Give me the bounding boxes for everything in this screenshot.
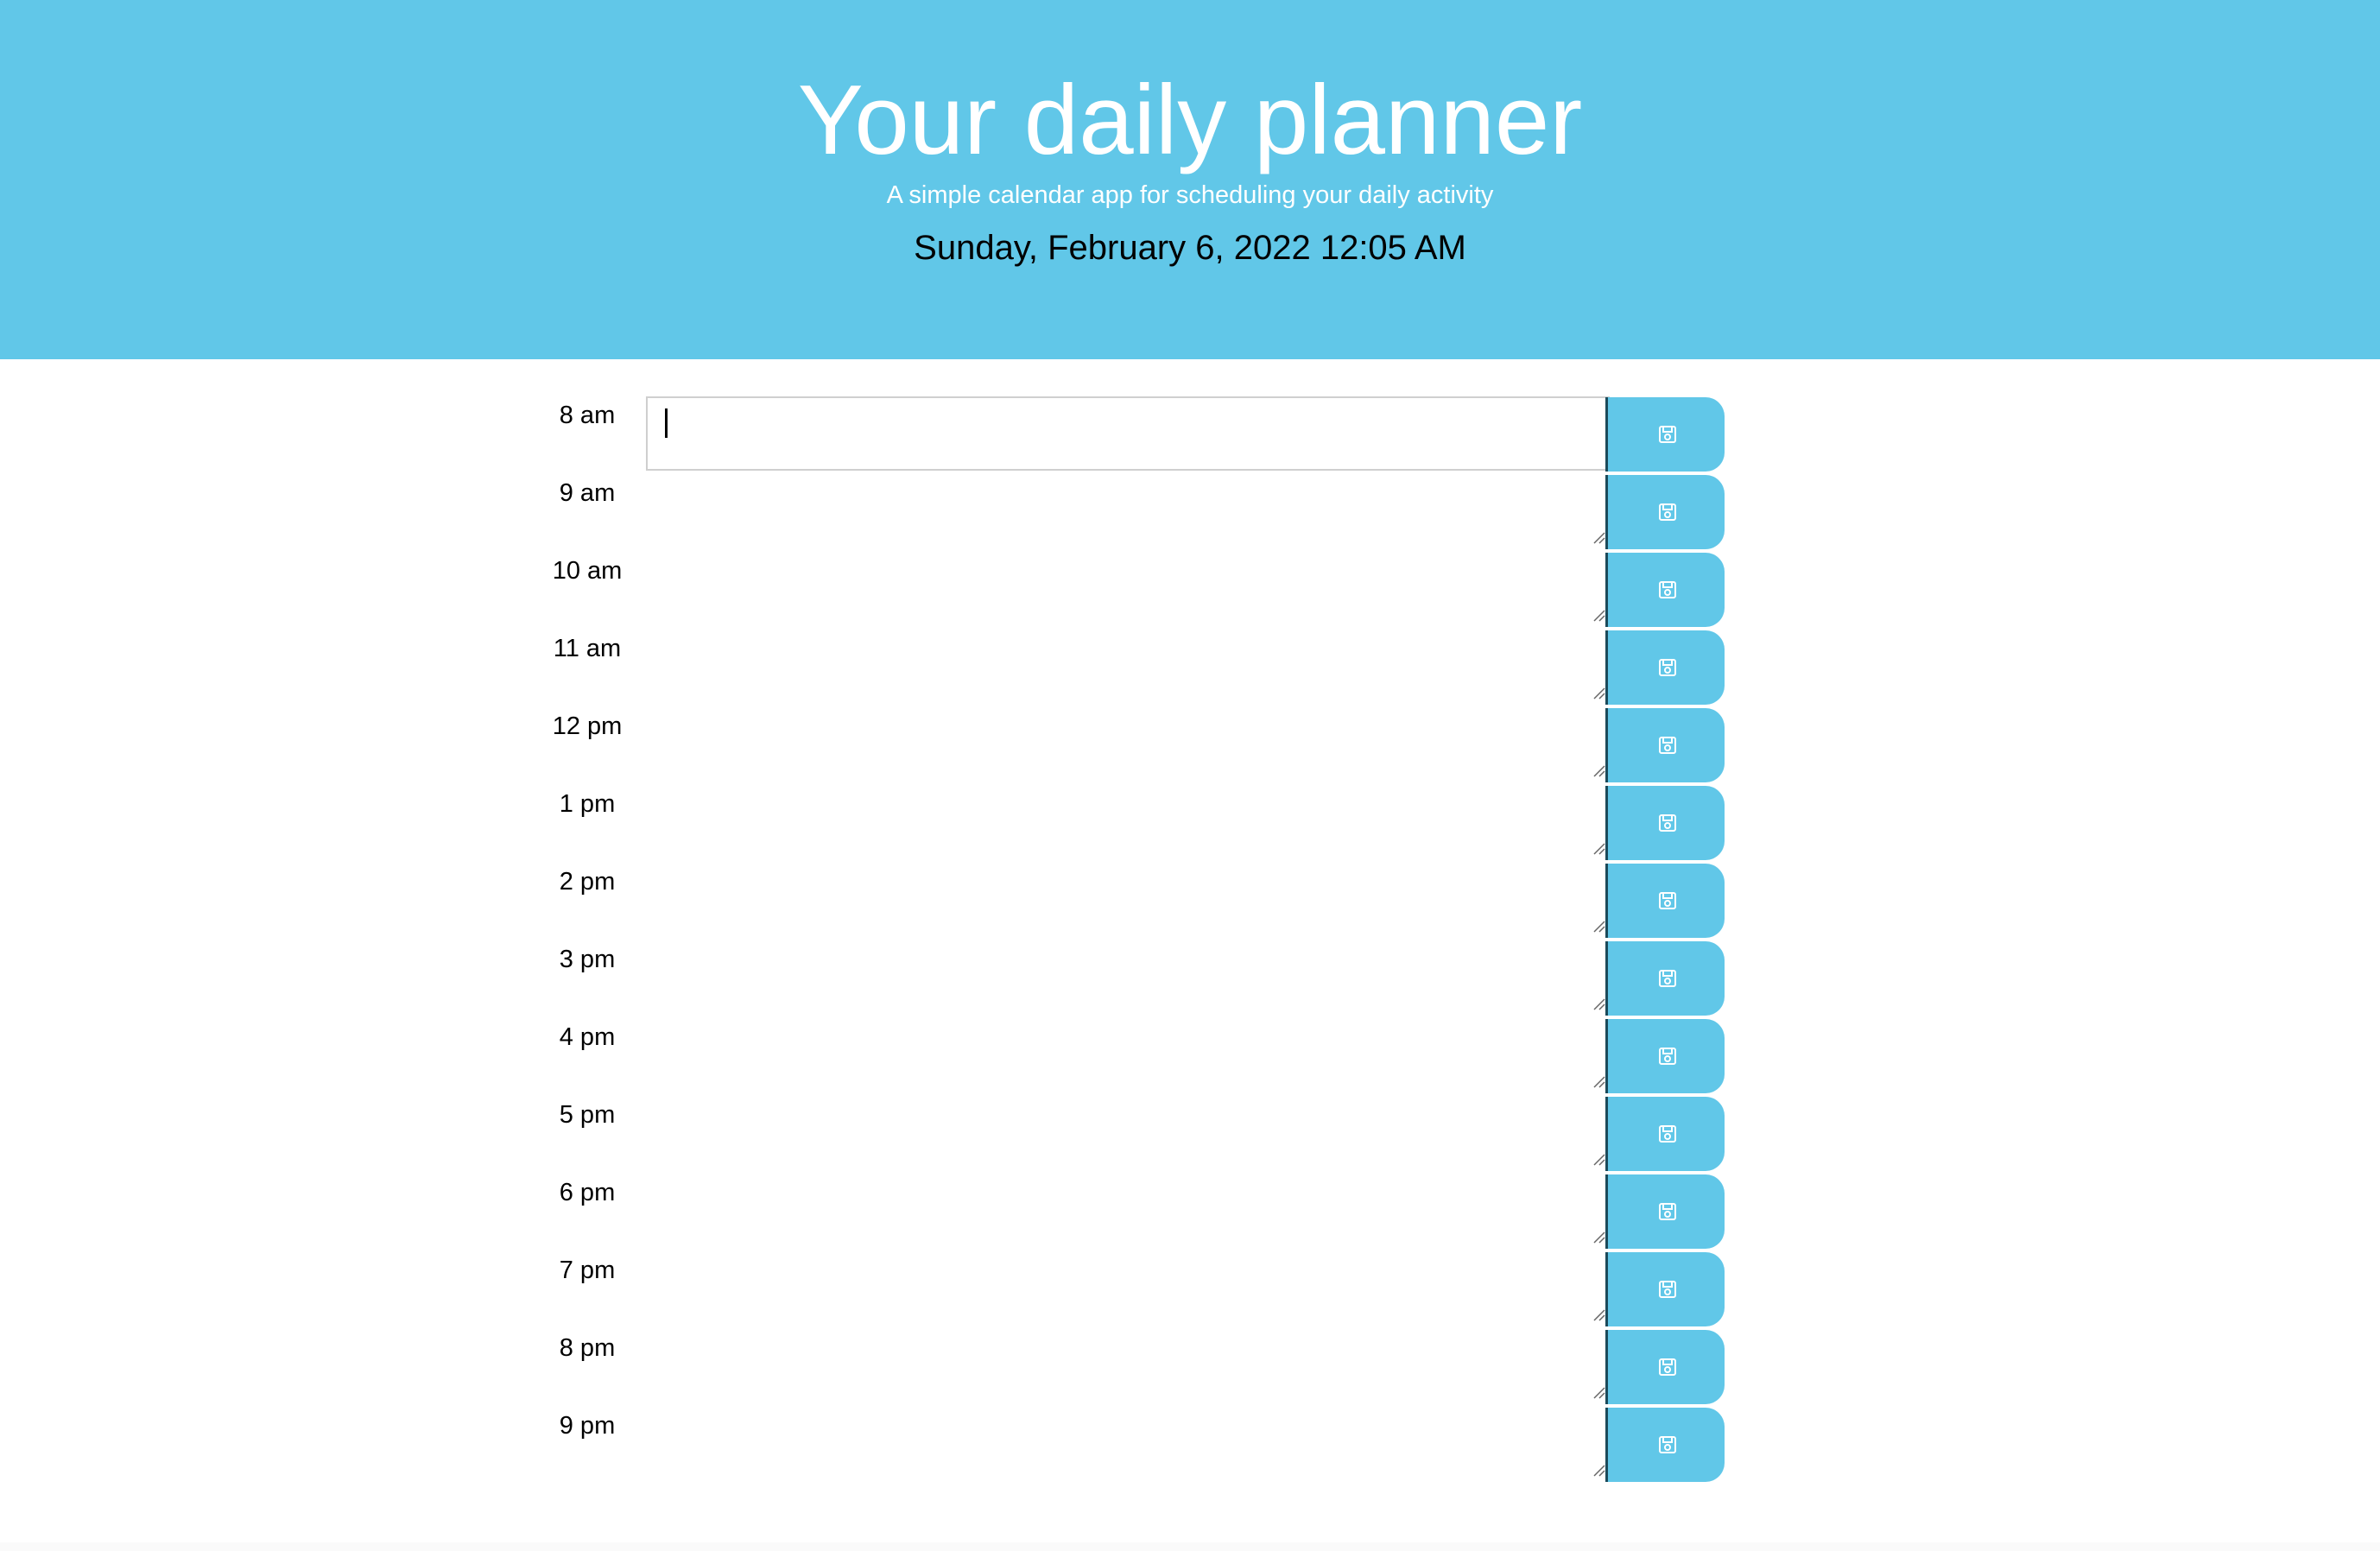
task-textarea[interactable] bbox=[646, 1407, 1610, 1481]
time-block-row: 9 am bbox=[544, 472, 1727, 549]
resize-grip-icon[interactable] bbox=[1592, 1152, 1605, 1166]
task-textarea[interactable] bbox=[646, 396, 1610, 471]
resize-grip-icon[interactable] bbox=[1592, 1230, 1605, 1244]
text-cursor bbox=[665, 408, 668, 438]
hour-label: 12 pm bbox=[552, 712, 623, 740]
save-button[interactable] bbox=[1605, 475, 1725, 549]
resize-grip-icon[interactable] bbox=[1592, 1074, 1605, 1088]
resize-grip-icon[interactable] bbox=[1592, 1463, 1605, 1477]
save-button[interactable] bbox=[1605, 1252, 1725, 1326]
save-button[interactable] bbox=[1605, 1097, 1725, 1171]
hour-label: 11 am bbox=[553, 635, 622, 662]
resize-grip-icon[interactable] bbox=[1592, 1307, 1605, 1321]
hour-label: 1 pm bbox=[559, 790, 616, 818]
floppy-disk-icon bbox=[1659, 1125, 1676, 1143]
time-block-row: 1 pm bbox=[544, 782, 1727, 860]
save-button[interactable] bbox=[1605, 1174, 1725, 1249]
time-block-row: 8 am bbox=[544, 394, 1727, 472]
save-button[interactable] bbox=[1605, 708, 1725, 782]
floppy-disk-icon bbox=[1659, 1048, 1676, 1065]
hour-label: 9 am bbox=[559, 479, 616, 507]
time-block-row: 4 pm bbox=[544, 1016, 1727, 1093]
hour-label: 6 pm bbox=[559, 1179, 616, 1206]
task-textarea[interactable] bbox=[646, 940, 1610, 1015]
floppy-disk-icon bbox=[1659, 737, 1676, 754]
task-textarea[interactable] bbox=[646, 552, 1610, 626]
resize-grip-icon[interactable] bbox=[1592, 841, 1605, 855]
resize-grip-icon[interactable] bbox=[1592, 608, 1605, 622]
save-button[interactable] bbox=[1605, 1330, 1725, 1404]
time-block-row: 6 pm bbox=[544, 1171, 1727, 1249]
page-footer bbox=[0, 1542, 2380, 1551]
save-button[interactable] bbox=[1605, 941, 1725, 1016]
task-textarea[interactable] bbox=[646, 1329, 1610, 1403]
resize-grip-icon[interactable] bbox=[1592, 1385, 1605, 1399]
floppy-disk-icon bbox=[1659, 1281, 1676, 1298]
hour-label: 8 am bbox=[559, 402, 616, 429]
floppy-disk-icon bbox=[1659, 426, 1676, 443]
floppy-disk-icon bbox=[1659, 1203, 1676, 1220]
save-button[interactable] bbox=[1605, 397, 1725, 472]
time-block-row: 8 pm bbox=[544, 1326, 1727, 1404]
save-button[interactable] bbox=[1605, 786, 1725, 860]
time-block-row: 7 pm bbox=[544, 1249, 1727, 1326]
resize-grip-icon[interactable] bbox=[1592, 763, 1605, 777]
resize-grip-icon[interactable] bbox=[1592, 530, 1605, 544]
time-block-row: 10 am bbox=[544, 549, 1727, 627]
hour-label: 10 am bbox=[552, 557, 623, 585]
resize-grip-icon[interactable] bbox=[1592, 997, 1605, 1010]
floppy-disk-icon bbox=[1659, 1436, 1676, 1453]
task-textarea[interactable] bbox=[646, 1096, 1610, 1170]
save-button[interactable] bbox=[1605, 864, 1725, 938]
floppy-disk-icon bbox=[1659, 814, 1676, 832]
floppy-disk-icon bbox=[1659, 503, 1676, 521]
floppy-disk-icon bbox=[1659, 892, 1676, 909]
hour-label: 7 pm bbox=[559, 1257, 616, 1284]
time-block-row: 3 pm bbox=[544, 938, 1727, 1016]
resize-grip-icon[interactable] bbox=[1592, 919, 1605, 933]
floppy-disk-icon bbox=[1659, 1358, 1676, 1376]
hour-label: 4 pm bbox=[559, 1023, 616, 1051]
save-button[interactable] bbox=[1605, 553, 1725, 627]
task-textarea[interactable] bbox=[646, 785, 1610, 859]
time-block-row: 11 am bbox=[544, 627, 1727, 705]
time-block-row: 12 pm bbox=[544, 705, 1727, 782]
hour-label: 8 pm bbox=[559, 1334, 616, 1362]
floppy-disk-icon bbox=[1659, 581, 1676, 598]
task-textarea[interactable] bbox=[646, 1251, 1610, 1326]
task-textarea[interactable] bbox=[646, 474, 1610, 548]
task-textarea[interactable] bbox=[646, 1018, 1610, 1092]
task-textarea[interactable] bbox=[646, 707, 1610, 782]
save-button[interactable] bbox=[1605, 1019, 1725, 1093]
hour-label: 9 pm bbox=[559, 1412, 616, 1440]
planner-container: 8 am 9 am 10 am 11 am 12 pm 1 pm 2 pm 3 … bbox=[0, 0, 2380, 1551]
save-button[interactable] bbox=[1605, 630, 1725, 705]
task-textarea[interactable] bbox=[646, 863, 1610, 937]
task-textarea[interactable] bbox=[646, 1174, 1610, 1248]
time-block-row: 9 pm bbox=[544, 1404, 1727, 1482]
resize-grip-icon[interactable] bbox=[1592, 686, 1605, 700]
floppy-disk-icon bbox=[1659, 970, 1676, 987]
save-button[interactable] bbox=[1605, 1408, 1725, 1482]
hour-label: 2 pm bbox=[559, 868, 616, 896]
task-textarea[interactable] bbox=[646, 630, 1610, 704]
time-block-row: 2 pm bbox=[544, 860, 1727, 938]
time-block-row: 5 pm bbox=[544, 1093, 1727, 1171]
hour-label: 3 pm bbox=[559, 946, 616, 973]
floppy-disk-icon bbox=[1659, 659, 1676, 676]
hour-label: 5 pm bbox=[559, 1101, 616, 1129]
